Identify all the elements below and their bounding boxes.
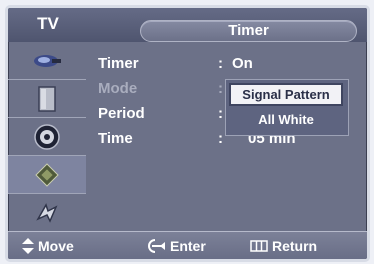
tv-label: TV [37, 14, 59, 33]
enter-hint: Enter [146, 232, 206, 259]
enter-label: Enter [170, 238, 206, 254]
return-hint: Return [250, 232, 318, 259]
row-colon: : [218, 55, 223, 72]
sidebar-item-setup[interactable] [8, 156, 86, 194]
sound-icon [38, 85, 56, 112]
move-label: Move [38, 238, 74, 254]
sidebar-item-sound[interactable] [8, 80, 86, 118]
picture-icon [34, 54, 61, 67]
row-label: Timer [98, 55, 139, 72]
row-label: Time [98, 130, 133, 147]
mode-dropdown[interactable]: Signal Pattern All White [225, 79, 349, 136]
enter-icon [148, 239, 165, 253]
sidebar-item-input[interactable] [8, 194, 86, 231]
return-icon [250, 240, 268, 252]
return-label: Return [272, 238, 318, 254]
setup-icon [35, 162, 59, 187]
row-colon: : [218, 130, 223, 147]
menu-row-timer[interactable]: Timer : On [88, 55, 367, 75]
sidebar-item-picture[interactable] [8, 42, 86, 80]
mode-option-all-white[interactable]: All White [229, 109, 343, 130]
sidebar [8, 42, 88, 231]
channel-icon [34, 123, 60, 150]
sidebar-item-channel[interactable] [8, 118, 86, 156]
move-hint: Move [22, 232, 74, 259]
row-label: Period [98, 105, 145, 122]
mode-option-signal-pattern[interactable]: Signal Pattern [229, 83, 343, 106]
row-colon: : [218, 80, 223, 97]
row-value: On [232, 55, 253, 72]
menu-window: TV Timer Timer: On Mode: Period: Time… [5, 5, 370, 262]
row-colon: : [218, 105, 223, 122]
page-title: Timer [140, 20, 357, 42]
row-label: Mode [98, 80, 138, 97]
osd-screen: TV Timer Timer: On Mode: Period: Time… [0, 0, 374, 264]
menu-content: Timer : On Mode : Period : Time : 05 min… [88, 42, 367, 231]
title-bar: TV Timer [8, 8, 367, 42]
help-bar: Move Enter Return [8, 231, 367, 259]
up-down-arrow-icon [22, 238, 34, 254]
input-icon [36, 202, 58, 223]
